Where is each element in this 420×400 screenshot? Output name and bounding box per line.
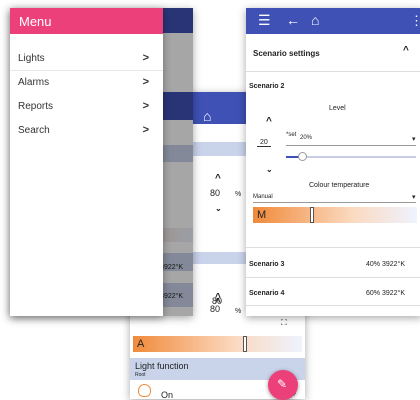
home-icon[interactable]: ⌂ <box>311 12 319 28</box>
section-title: Scenario settings <box>253 49 320 58</box>
menu-item-reports[interactable]: Reports > <box>10 95 163 119</box>
hamburger-icon[interactable]: ☰ <box>258 12 271 29</box>
menu-item-label: Lights <box>18 53 45 64</box>
scenario-3-info: 40% 3922°K <box>366 261 405 268</box>
colour-mode-line <box>253 202 416 203</box>
bulb-icon <box>138 384 151 397</box>
dropdown-arrow-icon[interactable]: ▾ <box>412 135 416 143</box>
level-value: 80 <box>210 304 221 314</box>
set-value: 20% <box>300 135 313 141</box>
colour-temperature-label: Colour temperature <box>309 182 370 189</box>
chevron-right-icon: > <box>142 124 149 136</box>
menu-item-search[interactable]: Search > <box>10 119 163 143</box>
edit-fab[interactable]: ✎ <box>268 370 298 400</box>
divider <box>246 277 420 278</box>
level-input[interactable]: 20 <box>257 139 271 147</box>
collapse-icon[interactable]: ^ <box>403 45 409 56</box>
navigation-menu: Menu Lights > Alarms > Reports > Search … <box>10 8 163 316</box>
percent-unit: % <box>235 308 242 315</box>
gradient-letter: M <box>257 209 267 221</box>
dropdown-arrow-icon[interactable]: ▾ <box>412 193 416 201</box>
slider-thumb[interactable] <box>310 207 314 223</box>
menu-item-label: Search <box>18 125 50 136</box>
fullscreen-icon[interactable]: ⛶ <box>281 318 287 328</box>
level-dropdown-line[interactable] <box>286 145 416 146</box>
chevron-right-icon: > <box>142 76 149 88</box>
chevron-down-icon[interactable]: ⌄ <box>266 165 273 174</box>
back-arrow-icon[interactable]: ← <box>286 12 300 28</box>
pencil-icon: ✎ <box>277 377 288 391</box>
scenario-3-label: Scenario 3 <box>249 261 285 268</box>
menu-item-label: Reports <box>18 101 54 112</box>
menu-item-label: Alarms <box>18 77 50 88</box>
scenario-4-info: 60% 3922°K <box>366 290 405 297</box>
scenario-4-label: Scenario 4 <box>249 290 285 297</box>
chevron-right-icon: > <box>142 100 149 112</box>
home-icon[interactable]: ⌂ <box>203 108 211 124</box>
level-label: Level <box>329 105 346 112</box>
scenario-settings-screen: ☰ ← ⌂ ⋮ Scenario settings ^ Scenario 2 L… <box>246 8 420 316</box>
chevron-up-icon[interactable]: ^ <box>215 173 221 184</box>
chevron-right-icon: > <box>142 52 149 64</box>
scenario-2-label: Scenario 2 <box>249 83 285 90</box>
level-value: 80 <box>210 188 221 198</box>
chevron-down-icon[interactable]: ⌄ <box>215 204 222 213</box>
percent-unit: % <box>235 191 242 198</box>
slider-thumb[interactable] <box>243 336 247 352</box>
menu-scrim[interactable] <box>163 8 193 316</box>
app-bar: ☰ ← ⌂ ⋮ <box>246 8 420 34</box>
set-label: *set <box>286 132 297 138</box>
divider <box>246 305 420 306</box>
colour-temperature-slider[interactable] <box>253 207 417 223</box>
menu-item-lights[interactable]: Lights > <box>10 47 163 71</box>
root-label: Root <box>135 372 146 378</box>
divider <box>246 71 420 72</box>
colour-temperature-slider[interactable] <box>133 336 302 352</box>
colour-mode-select[interactable]: Manual <box>253 194 273 200</box>
menu-title: Menu <box>10 8 163 34</box>
divider <box>246 247 420 248</box>
chevron-up-icon[interactable]: ^ <box>266 116 272 127</box>
gradient-letter: A <box>137 338 145 350</box>
more-vert-icon[interactable]: ⋮ <box>410 13 420 29</box>
level-slider-thumb[interactable] <box>298 152 307 161</box>
menu-item-alarms[interactable]: Alarms > <box>10 71 163 95</box>
light-function-label: Light function <box>135 361 189 371</box>
